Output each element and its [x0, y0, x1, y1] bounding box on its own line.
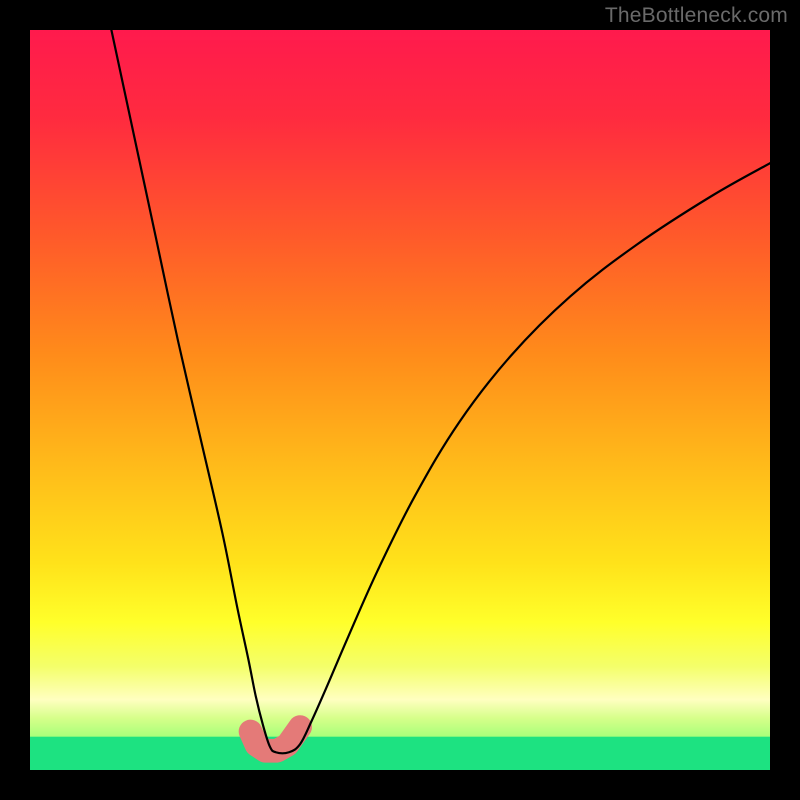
chart-stage: TheBottleneck.com [0, 0, 800, 800]
heat-background [30, 30, 770, 770]
bottleneck-chart [30, 30, 770, 770]
watermark-text: TheBottleneck.com [605, 4, 788, 28]
green-band [30, 737, 770, 770]
